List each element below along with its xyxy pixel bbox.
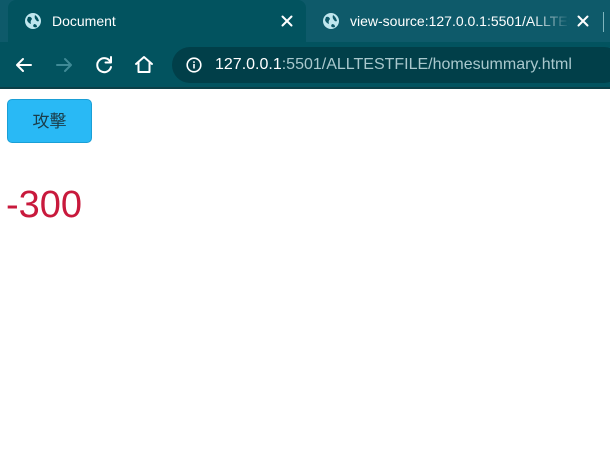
- close-icon[interactable]: [574, 12, 592, 30]
- address-host: 127.0.0.1: [215, 56, 282, 73]
- tab-view-source[interactable]: view-source:127.0.0.1:5501/ALLTESTFILE/h…: [308, 0, 610, 42]
- reload-icon[interactable]: [92, 53, 116, 77]
- tab-divider: [603, 12, 604, 32]
- globe-icon: [323, 13, 339, 29]
- browser-toolbar: 127.0.0.1:5501/ALLTESTFILE/homesummary.h…: [0, 42, 610, 87]
- tab-title: Document: [52, 13, 116, 29]
- address-bar[interactable]: 127.0.0.1:5501/ALLTESTFILE/homesummary.h…: [172, 47, 610, 83]
- back-arrow-icon[interactable]: [12, 53, 36, 77]
- browser-chrome: Document view-source:127.0.0.1:5501/ALLT…: [0, 0, 610, 89]
- tab-title: view-source:127.0.0.1:5501/ALLTESTFILE/h…: [350, 13, 570, 29]
- globe-icon: [25, 13, 41, 29]
- forward-arrow-icon[interactable]: [52, 53, 76, 77]
- attack-button[interactable]: 攻擊: [7, 99, 92, 143]
- close-icon[interactable]: [278, 12, 296, 30]
- tab-document[interactable]: Document: [8, 0, 306, 42]
- home-icon[interactable]: [132, 53, 156, 77]
- page-content: 攻擊 -300: [0, 89, 610, 466]
- tab-strip: Document view-source:127.0.0.1:5501/ALLT…: [0, 0, 610, 42]
- address-url[interactable]: 127.0.0.1:5501/ALLTESTFILE/homesummary.h…: [215, 56, 572, 74]
- score-value: -300: [6, 184, 83, 226]
- info-icon[interactable]: [186, 57, 202, 73]
- address-path: :5501/ALLTESTFILE/homesummary.html: [281, 56, 572, 73]
